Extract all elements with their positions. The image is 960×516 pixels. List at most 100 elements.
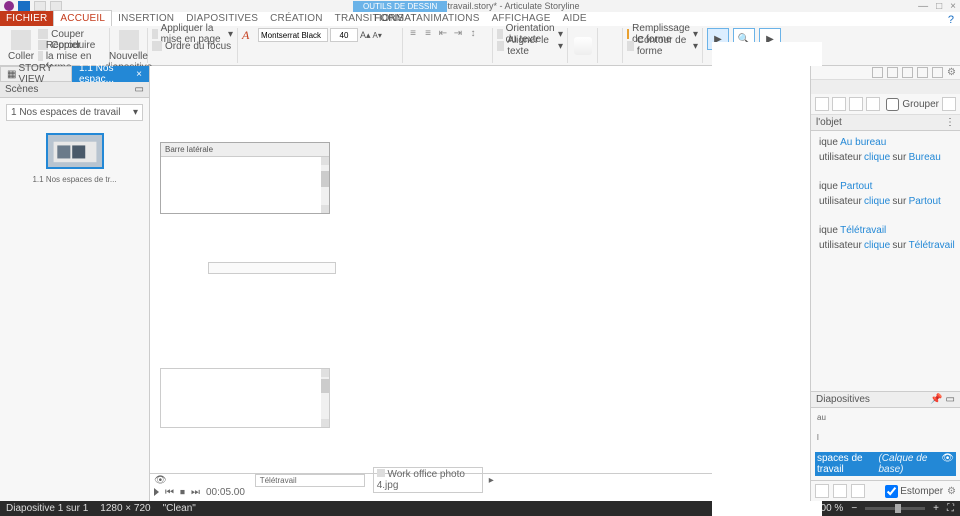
layer-add-button[interactable] xyxy=(815,484,829,498)
dim-checkbox[interactable] xyxy=(885,485,898,498)
view-mode-1[interactable] xyxy=(872,67,883,78)
zoom-out-icon[interactable]: − xyxy=(851,503,857,514)
canvas-object-sidebar[interactable]: Barre latérale xyxy=(160,142,330,214)
story-view-tab[interactable]: ▦STORY VIEW xyxy=(0,66,72,82)
sidebar-object-header: Barre latérale xyxy=(161,143,329,157)
trigger-delete-button[interactable] xyxy=(942,97,956,111)
timeline-prev-icon[interactable]: ⏮ xyxy=(165,487,174,498)
scrollbar[interactable] xyxy=(321,369,329,427)
trigger-up-button[interactable] xyxy=(849,97,863,111)
fill-icon xyxy=(627,29,629,39)
close-tab-icon[interactable]: × xyxy=(136,69,142,80)
canvas-object-panel[interactable] xyxy=(160,368,330,428)
tab-help[interactable]: AIDE xyxy=(557,11,593,26)
brush-icon xyxy=(38,51,43,61)
layers-pin-icon[interactable]: 📌 xyxy=(930,394,942,405)
numbering-icon[interactable]: ≡ xyxy=(422,28,434,40)
shrink-font-icon[interactable]: A▾ xyxy=(373,31,382,40)
track-expand-icon[interactable]: ▸ xyxy=(489,475,494,486)
status-dims: 1280 × 720 xyxy=(100,503,150,514)
tab-create[interactable]: CRÉATION xyxy=(264,11,329,26)
view-mode-5[interactable] xyxy=(932,67,943,78)
trigger-item[interactable]: ique Partout xyxy=(815,179,960,194)
trigger-down-button[interactable] xyxy=(866,97,880,111)
view-mode-2[interactable] xyxy=(887,67,898,78)
line-spacing-icon[interactable]: ↕ xyxy=(467,28,479,40)
play-icon[interactable] xyxy=(154,488,159,496)
section-toggle-icon[interactable]: ⋮ xyxy=(945,117,955,128)
timeline-track[interactable]: Télétravail xyxy=(255,474,365,487)
cut-button[interactable]: Couper xyxy=(38,29,105,39)
outdent-icon[interactable]: ⇤ xyxy=(437,28,449,40)
slide-tab[interactable]: 1.1 Nos espac...× xyxy=(72,66,149,82)
font-color-icon[interactable]: A xyxy=(242,28,256,42)
scene-dropdown[interactable]: 1 Nos espaces de travail▾ xyxy=(6,104,143,121)
zoom-slider[interactable] xyxy=(865,507,925,510)
trigger-item[interactable]: utilisateur clique sur Partout xyxy=(815,194,960,209)
timeline-track[interactable]: Work office photo 4.jpg xyxy=(373,467,483,493)
bullets-icon[interactable]: ≡ xyxy=(407,28,419,40)
minimize-button[interactable]: — xyxy=(918,1,928,12)
view-mode-3[interactable] xyxy=(902,67,913,78)
shape-outline-button[interactable]: Contour de forme ▾ xyxy=(627,41,698,51)
trigger-item[interactable]: ique Au bureau xyxy=(815,135,960,150)
format-painter-button[interactable]: Reproduire la mise en forme xyxy=(38,51,105,61)
eye-icon[interactable]: 👁 xyxy=(154,475,167,486)
layer-item-base[interactable]: spaces de travail (Calque de base) 👁 xyxy=(815,452,956,476)
tab-file[interactable]: FICHIER xyxy=(0,11,53,26)
layer-item[interactable]: l xyxy=(815,432,956,452)
scroll-thumb[interactable] xyxy=(321,379,329,393)
slide-thumbnail[interactable] xyxy=(46,133,104,169)
shapes-gallery[interactable] xyxy=(574,37,592,55)
grow-font-icon[interactable]: A▴ xyxy=(360,30,371,41)
focus-order-button[interactable]: Ordre du focus xyxy=(152,41,233,51)
scroll-up-icon[interactable] xyxy=(321,157,329,165)
arrange-button[interactable] xyxy=(601,37,619,55)
canvas-object-textbox[interactable] xyxy=(208,262,336,274)
font-name-input[interactable] xyxy=(258,28,328,42)
scroll-down-icon[interactable] xyxy=(321,205,329,213)
scroll-up-icon[interactable] xyxy=(321,369,329,377)
trigger-add-button[interactable] xyxy=(815,97,829,111)
view-mode-4[interactable] xyxy=(917,67,928,78)
close-button[interactable]: × xyxy=(950,1,956,12)
help-icon[interactable]: ? xyxy=(948,14,960,26)
gear-icon[interactable]: ⚙ xyxy=(947,67,956,78)
layers-close-icon[interactable]: ▭ xyxy=(946,394,955,405)
group-label: Grouper xyxy=(902,99,939,110)
qat-save[interactable] xyxy=(18,1,30,11)
image-icon xyxy=(377,469,385,477)
paste-icon xyxy=(11,30,31,50)
tab-home[interactable]: ACCUEIL xyxy=(53,10,112,26)
tab-format[interactable]: FORMAT xyxy=(368,11,423,26)
trigger-item[interactable]: ique Télétravail xyxy=(815,223,960,238)
font-size-input[interactable] xyxy=(330,28,358,42)
align-text-button[interactable]: Aligner le texte ▾ xyxy=(497,41,563,51)
apply-layout-button[interactable]: Appliquer la mise en page ▾ xyxy=(152,29,233,39)
zoom-fit-icon[interactable]: ⛶ xyxy=(947,503,954,514)
scenes-toggle-icon[interactable]: ▭ xyxy=(135,84,144,95)
trigger-item[interactable]: utilisateur clique sur Bureau xyxy=(815,150,960,165)
layer-item[interactable]: au xyxy=(815,412,956,432)
indent-icon[interactable]: ⇥ xyxy=(452,28,464,40)
timeline-next-icon[interactable]: ⏭ xyxy=(191,487,200,498)
layer-gear-icon[interactable]: ⚙ xyxy=(947,486,956,497)
group-checkbox[interactable] xyxy=(886,98,899,111)
scroll-thumb[interactable] xyxy=(321,171,329,187)
white-overlay xyxy=(712,42,822,516)
qat-undo[interactable] xyxy=(34,1,46,11)
scrollbar[interactable] xyxy=(321,157,329,213)
trigger-copy-button[interactable] xyxy=(832,97,846,111)
zoom-in-icon[interactable]: + xyxy=(933,503,939,514)
layer-eye-icon[interactable]: 👁 xyxy=(941,453,954,475)
trigger-item[interactable]: utilisateur clique sur Télétravail xyxy=(815,238,960,253)
layer-del-button[interactable] xyxy=(851,484,865,498)
scroll-down-icon[interactable] xyxy=(321,419,329,427)
paste-button[interactable]: Coller xyxy=(4,28,38,64)
timeline-stop-icon[interactable]: ⏹ xyxy=(180,487,185,498)
dim-checkbox-label[interactable]: Estomper xyxy=(885,485,943,498)
timeline-panel: 👁 Télétravail Work office photo 4.jpg ▸ … xyxy=(150,473,810,501)
layer-dup-button[interactable] xyxy=(833,484,847,498)
maximize-button[interactable]: □ xyxy=(936,1,942,12)
focus-icon xyxy=(152,41,162,51)
